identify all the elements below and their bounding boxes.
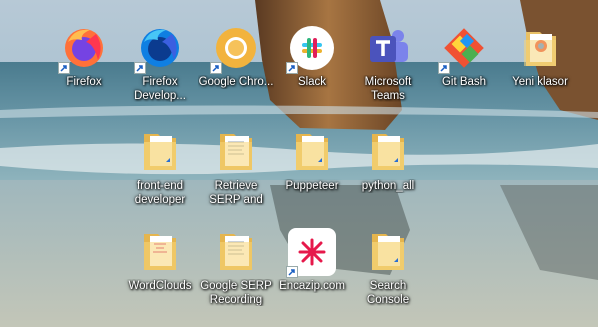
folder-icon [136, 228, 184, 276]
icon-label: Encazip.com [279, 280, 345, 292]
slack-icon [286, 24, 336, 74]
desktop-icon-puppeteer[interactable]: Puppeteer [274, 126, 350, 206]
icon-label: Microsoft Teams [364, 76, 412, 102]
icon-label: Git Bash [441, 76, 487, 88]
folder-icon [212, 228, 260, 276]
folder-icon [516, 24, 564, 72]
shortcut-arrow-icon [210, 62, 222, 74]
desktop-icon-slack[interactable]: Slack [274, 22, 350, 102]
folder-icon [364, 128, 412, 176]
desktop-icon-yeni-klasor[interactable]: Yeni klasor [502, 22, 578, 102]
desktop-icon-git-bash[interactable]: Git Bash [426, 22, 502, 102]
desktop-icon-microsoft-teams[interactable]: Microsoft Teams [350, 22, 426, 102]
icon-label: Firefox Develop... [134, 76, 186, 102]
folder-icon [136, 128, 184, 176]
encazip-icon [286, 228, 336, 278]
desktop-icon-python-all[interactable]: python_all [350, 126, 426, 206]
icon-label: Retrieve SERP and Analys... [209, 180, 263, 206]
microsoft-teams-icon [364, 24, 412, 72]
desktop-icon-encazip[interactable]: Encazip.com [274, 226, 350, 306]
shortcut-arrow-icon [438, 62, 450, 74]
desktop-icon-front-end-developer[interactable]: front-end developer [122, 126, 198, 206]
shortcut-arrow-icon [58, 62, 70, 74]
firefox-developer-icon [134, 24, 184, 74]
icon-label: Puppeteer [285, 180, 339, 192]
icon-label: Google SERP Recording [200, 280, 272, 306]
desktop-icon-google-chrome[interactable]: Google Chro... [198, 22, 274, 102]
google-chrome-canary-icon [210, 24, 260, 74]
icon-label: WordClouds [128, 280, 192, 292]
desktop-icon-firefox-developer[interactable]: Firefox Develop... [122, 22, 198, 102]
desktop-icon-google-serp-recording[interactable]: Google SERP Recording [198, 226, 274, 306]
desktop-icon-wordclouds[interactable]: WordClouds [122, 226, 198, 306]
desktop-icon-retrieve-serp[interactable]: Retrieve SERP and Analys... [198, 126, 274, 206]
icon-label: python_all [361, 180, 415, 192]
icon-label: Search Console [366, 280, 410, 306]
firefox-icon [58, 24, 108, 74]
icon-label: Yeni klasor [512, 76, 568, 88]
desktop-icon-search-console[interactable]: Search Console [350, 226, 426, 306]
icon-label: Google Chro... [198, 76, 274, 88]
shortcut-arrow-icon [286, 62, 298, 74]
desktop-icon-firefox[interactable]: Firefox [46, 22, 122, 102]
icon-label: Firefox [66, 76, 102, 88]
desktop[interactable]: Firefox Firefox Develop... Google Chro..… [0, 0, 598, 327]
icon-label: Slack [297, 76, 327, 88]
shortcut-arrow-icon [134, 62, 146, 74]
folder-icon [288, 128, 336, 176]
folder-icon [212, 128, 260, 176]
icon-label: front-end developer [134, 180, 186, 206]
folder-icon [364, 228, 412, 276]
git-bash-icon [438, 24, 488, 74]
shortcut-arrow-icon [286, 266, 298, 278]
